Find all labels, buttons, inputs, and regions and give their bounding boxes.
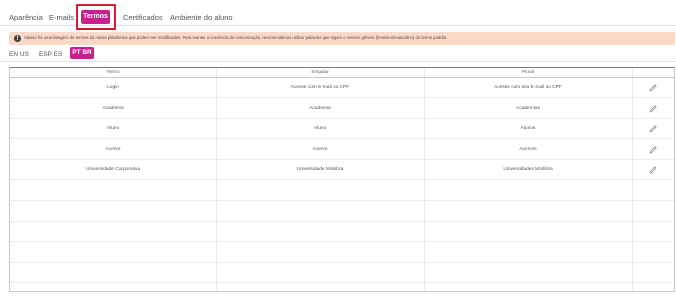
tab-aparencia[interactable]: Aparência bbox=[9, 13, 43, 22]
cell-termo: Academia bbox=[102, 105, 124, 111]
edit-pencil-icon[interactable] bbox=[648, 83, 658, 93]
cell-termo: Acervo bbox=[105, 146, 121, 152]
table-row: Aluno Aluno Alunos bbox=[10, 119, 674, 140]
lang-en-us[interactable]: EN US bbox=[9, 50, 29, 59]
table-row: Universidade Corporativa Universidade Mob… bbox=[10, 160, 674, 181]
header-singular: Singular bbox=[311, 70, 329, 75]
edit-pencil-icon[interactable] bbox=[648, 145, 658, 155]
tab-certificados[interactable]: Certificados bbox=[123, 13, 163, 22]
info-alert: ! Abaixo há uma listagem de termos da no… bbox=[9, 32, 675, 45]
terms-table: Termo Singular Plural Login Acesse com E-… bbox=[9, 67, 675, 292]
header-plural: Plural bbox=[521, 70, 535, 75]
alert-text: Abaixo há uma listagem de termos da noss… bbox=[24, 35, 448, 40]
table-row: Academia Academia Academias bbox=[10, 99, 674, 119]
lang-pt-br[interactable]: PT BR bbox=[70, 47, 94, 59]
cell-singular: Universidade Mobiliza bbox=[296, 167, 344, 173]
cell-singular: Acesse com E-mail ou CPF bbox=[290, 85, 350, 90]
cell-plural: Alunos bbox=[520, 126, 536, 132]
cell-plural: Acesse com seu E-mail ou CPF bbox=[494, 85, 562, 90]
table-row: Acervo Acervo Acervos bbox=[10, 140, 674, 160]
edit-pencil-icon[interactable] bbox=[648, 165, 658, 175]
settings-tabs: Aparência E-mails Certificados Ambiente … bbox=[0, 0, 676, 30]
table-row: Login Acesse com E-mail ou CPF Acesse com … bbox=[10, 78, 674, 98]
table-header: Termo Singular Plural bbox=[10, 68, 674, 78]
table-row bbox=[10, 202, 674, 222]
tab-ambiente-do-aluno[interactable]: Ambiente do aluno bbox=[170, 13, 233, 22]
tab-emails[interactable]: E-mails bbox=[49, 13, 74, 22]
table-row bbox=[10, 181, 674, 201]
lang-esp-es[interactable]: ESP ES bbox=[39, 50, 62, 59]
edit-pencil-icon[interactable] bbox=[648, 104, 658, 114]
info-icon: ! bbox=[14, 35, 21, 42]
language-divider bbox=[0, 61, 676, 62]
header-termo: Termo bbox=[106, 70, 120, 75]
table-row bbox=[10, 243, 674, 263]
cell-termo: Universidade Corporativa bbox=[85, 167, 141, 173]
cell-plural: Academias bbox=[516, 105, 540, 111]
table-row bbox=[10, 222, 674, 243]
cell-plural: Acervos bbox=[519, 146, 537, 152]
cell-termo: Login bbox=[107, 85, 119, 90]
cell-termo: Aluno bbox=[106, 126, 120, 132]
edit-pencil-icon[interactable] bbox=[648, 124, 658, 134]
cell-singular: Aluno bbox=[313, 126, 327, 132]
cell-plural: Universidades Mobiliza bbox=[503, 167, 553, 173]
table-row bbox=[10, 263, 674, 284]
cell-singular: Acervo bbox=[312, 146, 328, 152]
cell-singular: Academia bbox=[309, 105, 331, 111]
tab-termos[interactable]: Termos bbox=[81, 10, 110, 24]
